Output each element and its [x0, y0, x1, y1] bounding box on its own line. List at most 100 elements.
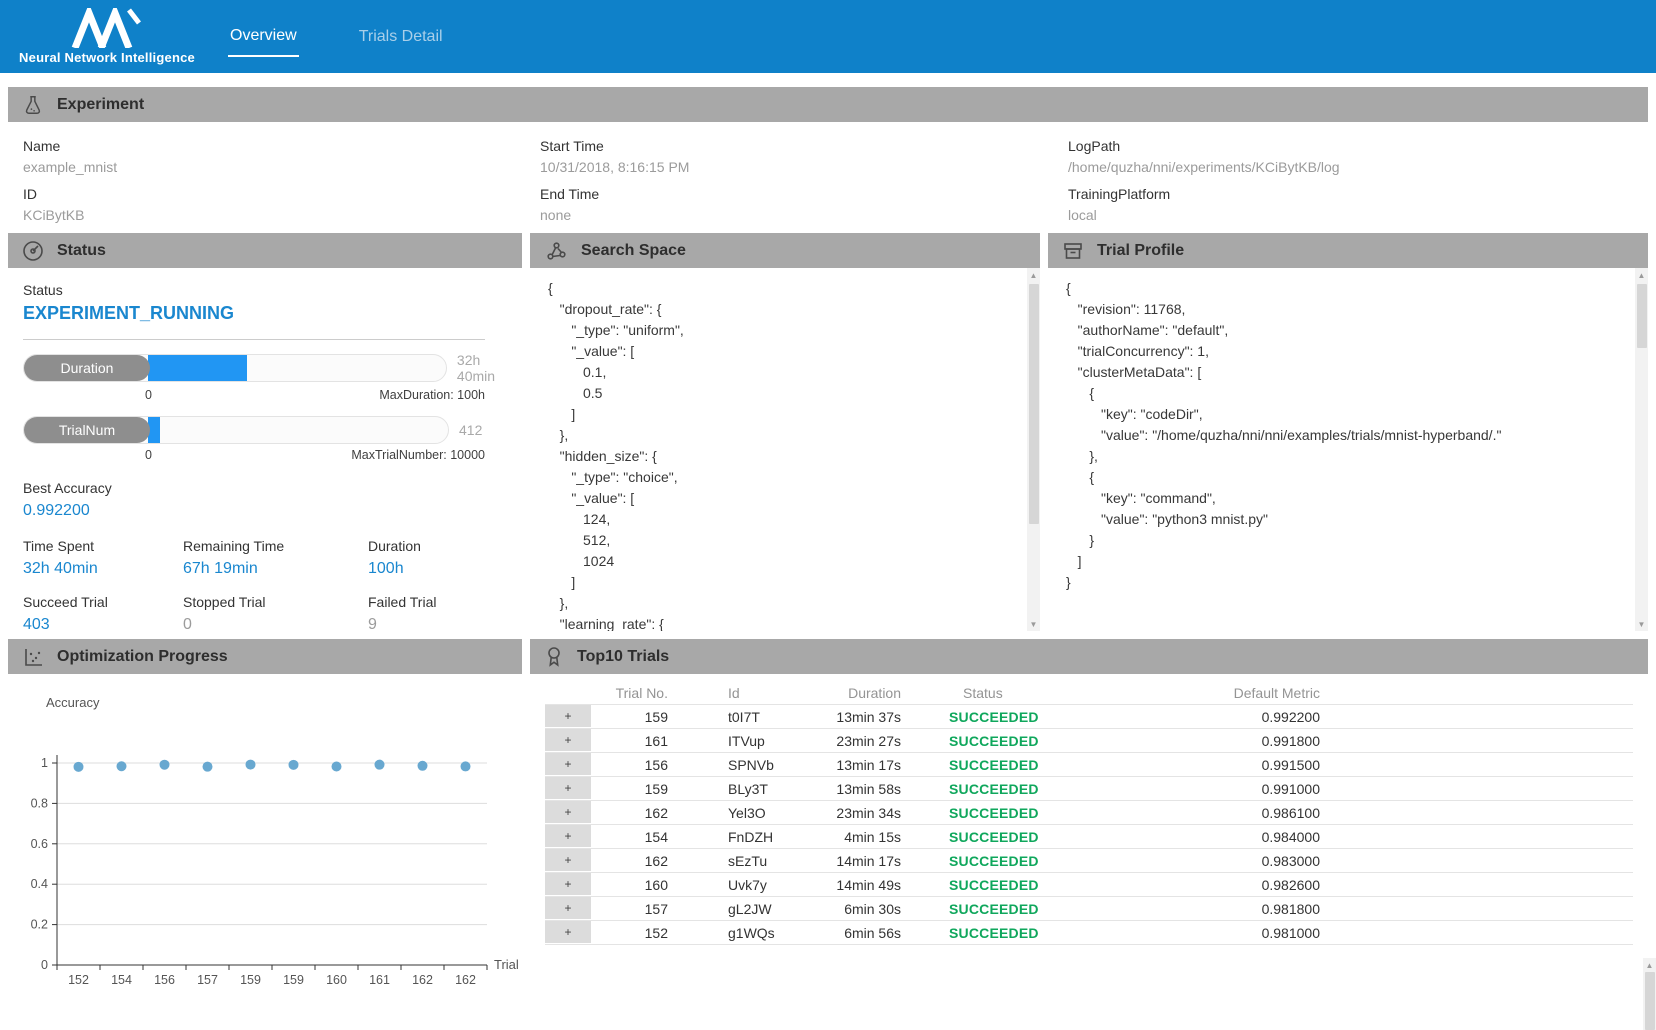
trial-profile-scrollbar[interactable]: ▲ ▼: [1635, 268, 1648, 631]
trial-no-cell: 162: [591, 853, 686, 869]
expand-row-button[interactable]: +: [545, 825, 591, 848]
trial-no-cell: 162: [591, 805, 686, 821]
trialnum-progress-row: TrialNum 412: [23, 416, 522, 444]
trial-id-cell: gL2JW: [686, 901, 826, 917]
search-space-scrollbar[interactable]: ▲ ▼: [1027, 268, 1040, 631]
trial-status-cell: SUCCEEDED: [941, 781, 1141, 797]
svg-text:159: 159: [240, 973, 261, 987]
status-label: Status: [23, 282, 522, 298]
status-value: EXPERIMENT_RUNNING: [23, 303, 522, 324]
field-value-end-time: none: [540, 207, 1068, 223]
trialnum-max: MaxTrialNumber: 10000: [351, 448, 485, 462]
table-row: +156SPNVb13min 17sSUCCEEDED0.991500: [545, 753, 1633, 777]
stat-time-spent: Time Spent 32h 40min: [23, 538, 183, 578]
optimization-progress-section: Optimization Progress 00.20.40.60.811521…: [8, 639, 522, 1030]
field-label-logpath: LogPath: [1068, 138, 1648, 154]
expand-row-button[interactable]: +: [545, 921, 591, 944]
trial-no-cell: 159: [591, 709, 686, 725]
scroll-up-icon[interactable]: ▲: [1643, 958, 1656, 972]
top-trials-body: +159t0I7T13min 37sSUCCEEDED0.992200+161I…: [545, 704, 1633, 945]
expand-row-button[interactable]: +: [545, 705, 591, 728]
svg-text:Trial: Trial: [494, 957, 519, 972]
field-label-start-time: Start Time: [540, 138, 1068, 154]
col-trial-no: Trial No.: [591, 685, 686, 701]
expand-row-button[interactable]: +: [545, 801, 591, 824]
trial-metric-cell: 0.982600: [1141, 877, 1320, 893]
scroll-down-icon[interactable]: ▼: [1027, 617, 1040, 631]
status-stats-grid: Time Spent 32h 40min Remaining Time 67h …: [23, 538, 503, 631]
field-label-id: ID: [23, 186, 540, 202]
field-value-name: example_mnist: [23, 159, 540, 175]
scroll-up-icon[interactable]: ▲: [1635, 268, 1648, 282]
status-title: Status: [57, 242, 106, 260]
tab-overview[interactable]: Overview: [228, 17, 299, 57]
trial-id-cell: t0I7T: [686, 709, 826, 725]
svg-text:154: 154: [111, 973, 132, 987]
best-accuracy-label: Best Accuracy: [23, 480, 522, 496]
trial-metric-cell: 0.981800: [1141, 901, 1320, 917]
stat-succeed-trial: Succeed Trial 403: [23, 594, 183, 631]
page-scrollbar[interactable]: ▲: [1643, 958, 1656, 1030]
tab-trials-detail[interactable]: Trials Detail: [357, 18, 445, 56]
trialnum-min: 0: [145, 448, 152, 462]
field-value-start-time: 10/31/2018, 8:16:15 PM: [540, 159, 1068, 175]
duration-progress-row: Duration 32h 40min: [23, 352, 522, 384]
trial-status-cell: SUCCEEDED: [941, 733, 1141, 749]
table-row: +162sEzTu14min 17sSUCCEEDED0.983000: [545, 849, 1633, 873]
expand-row-button[interactable]: +: [545, 897, 591, 920]
expand-row-button[interactable]: +: [545, 753, 591, 776]
trial-profile-section: Trial Profile { "revision": 11768, "auth…: [1048, 233, 1648, 631]
status-body: Status EXPERIMENT_RUNNING Duration 32h 4…: [8, 268, 522, 631]
stat-failed-trial: Failed Trial 9: [368, 594, 503, 631]
trial-duration-cell: 23min 27s: [826, 733, 941, 749]
top-trials-table: Trial No. Id Duration Status Default Met…: [530, 674, 1648, 945]
trial-metric-cell: 0.981000: [1141, 925, 1320, 941]
trial-duration-cell: 4min 15s: [826, 829, 941, 845]
trial-duration-cell: 23min 34s: [826, 805, 941, 821]
trial-metric-cell: 0.984000: [1141, 829, 1320, 845]
trial-status-cell: SUCCEEDED: [941, 709, 1141, 725]
svg-text:157: 157: [197, 973, 218, 987]
trial-status-cell: SUCCEEDED: [941, 757, 1141, 773]
trial-status-cell: SUCCEEDED: [941, 805, 1141, 821]
experiment-body: Name example_mnist ID KCiBytKB Start Tim…: [8, 122, 1648, 223]
svg-text:1: 1: [41, 756, 48, 770]
status-header-bar: Status: [8, 233, 522, 268]
page-scroll-thumb[interactable]: [1645, 972, 1655, 1030]
table-row: +160Uvk7y14min 49sSUCCEEDED0.982600: [545, 873, 1633, 897]
trial-id-cell: FnDZH: [686, 829, 826, 845]
expand-row-button[interactable]: +: [545, 729, 591, 752]
trial-id-cell: sEzTu: [686, 853, 826, 869]
trial-status-cell: SUCCEEDED: [941, 901, 1141, 917]
logo-subtitle: Neural Network Intelligence: [19, 50, 195, 65]
medal-icon: [544, 645, 564, 669]
trial-profile-scroll-thumb[interactable]: [1637, 284, 1647, 348]
trial-no-cell: 160: [591, 877, 686, 893]
scroll-down-icon[interactable]: ▼: [1635, 617, 1648, 631]
col-duration: Duration: [826, 685, 941, 701]
accuracy-chart[interactable]: 00.20.40.60.8115215415615715915916016116…: [8, 674, 522, 1030]
scroll-up-icon[interactable]: ▲: [1027, 268, 1040, 282]
trial-no-cell: 157: [591, 901, 686, 917]
svg-text:156: 156: [154, 973, 175, 987]
archive-box-icon: [1062, 240, 1084, 262]
duration-progress-fill: [148, 355, 247, 381]
status-section: Status Status EXPERIMENT_RUNNING Duratio…: [8, 233, 522, 631]
expand-row-button[interactable]: +: [545, 873, 591, 896]
experiment-title: Experiment: [57, 96, 144, 114]
search-space-title: Search Space: [581, 242, 686, 260]
nni-logo[interactable]: Neural Network Intelligence: [22, 8, 192, 65]
expand-row-button[interactable]: +: [545, 777, 591, 800]
trial-no-cell: 161: [591, 733, 686, 749]
trial-profile-title: Trial Profile: [1097, 242, 1184, 260]
search-space-scroll-thumb[interactable]: [1029, 284, 1039, 524]
field-label-name: Name: [23, 138, 540, 154]
search-space-json: { "dropout_rate": { "_type": "uniform", …: [530, 268, 1040, 631]
trial-no-cell: 152: [591, 925, 686, 941]
optimization-title: Optimization Progress: [57, 648, 228, 666]
expand-row-button[interactable]: +: [545, 849, 591, 872]
trial-status-cell: SUCCEEDED: [941, 853, 1141, 869]
search-space-header-bar: Search Space: [530, 233, 1040, 268]
svg-text:0.2: 0.2: [31, 918, 48, 932]
duration-max: MaxDuration: 100h: [379, 388, 485, 402]
